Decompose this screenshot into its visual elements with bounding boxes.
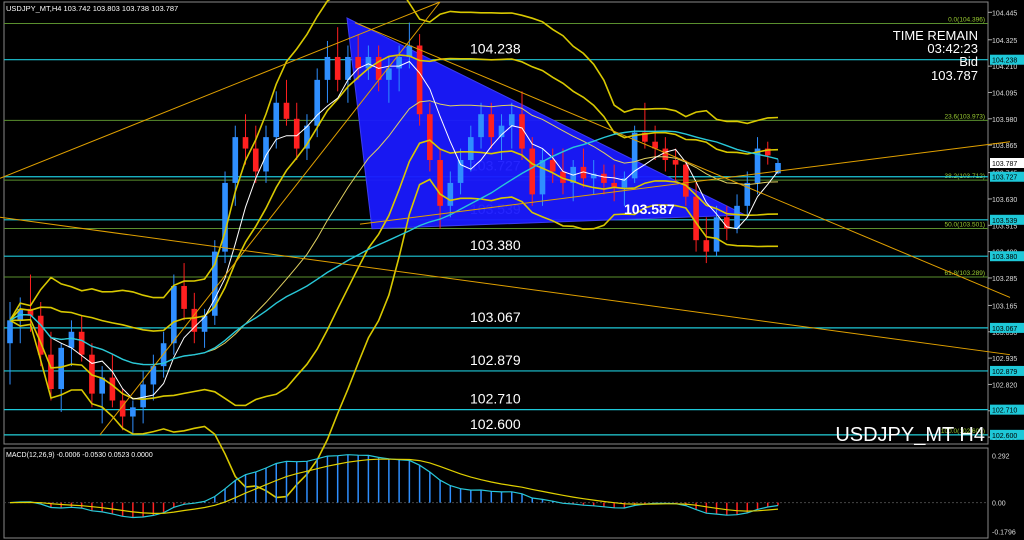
candle-body [529,148,536,195]
bid-price: 103.787 [931,68,978,83]
price-axis-label: 104.095 [992,90,1017,97]
level-price-tag-text: 102.600 [992,433,1017,440]
chart-window: 104.445 104.325 104.210 104.095 103.980 103.8… [0,0,1024,540]
candle-body [734,205,740,229]
fib-level-label: 23.6(103.973) [945,113,985,120]
bid-label: Bid [959,54,978,69]
fib-level-label: 0.0(104.396) [948,17,985,24]
level-label: 102.879 [470,352,521,368]
candle-body [58,347,65,390]
candle-body [181,285,187,309]
candle-body [396,56,402,69]
candle-body [222,182,228,252]
candle-body [78,331,85,355]
candle-body [171,285,177,344]
level-price-tag-text: 103.727 [992,175,1017,182]
candle-body [334,56,341,80]
candle-body [263,137,269,172]
candle-body [601,173,607,183]
candle-body [345,56,351,80]
candle-body [713,217,720,252]
price-axis-label: 104.445 [992,10,1017,17]
candle-body [283,102,290,119]
price-axis-label: 103.165 [992,303,1017,310]
candle-body [416,45,423,115]
candle-body [539,160,546,195]
candle-body [48,354,54,390]
candle-body [201,315,208,332]
price-axis-label: 102.935 [992,356,1017,363]
candle-body [672,160,679,165]
level-price-tag-text: 103.380 [992,254,1017,261]
candle-body [683,164,689,197]
candle-body [427,114,433,161]
last-price-tag-text: 103.787 [992,161,1017,168]
level-label: 103.067 [470,309,521,325]
price-axis-label: 102.820 [992,382,1017,389]
candle-body [693,196,699,241]
chart-background [0,0,1024,540]
price-axis-label: 104.325 [992,38,1017,45]
candle-body [549,160,556,172]
macd-axis-label: 0.00 [992,501,1006,508]
candle-body [252,148,259,172]
symbol-label: USDJPY_MT H4 [835,424,985,446]
level-label: 102.710 [470,391,521,407]
candle-body [232,137,239,183]
candle-body [478,114,484,138]
level-price-tag-text: 102.710 [992,408,1017,415]
candle-body [314,79,321,126]
candle-body [355,56,361,69]
candle-body [437,160,443,206]
level-label: 102.600 [470,416,521,432]
candle-body [447,182,454,206]
chart-header: USDJPY_MT,H4 103.742 103.803 103.738 103… [6,4,178,13]
candle-body [488,114,495,138]
fib-level-label: 61.8(103.289) [945,270,985,277]
price-axis-label: 103.285 [992,276,1017,283]
candle-body [324,56,331,80]
candle-body [68,331,75,348]
candle-body [7,320,13,344]
price-axis-label: 103.865 [992,143,1017,150]
macd-label: MACD(12,26,9) -0.0006 -0.0530 0.0523 0.0… [6,452,153,459]
candle-body [508,114,515,126]
candle-body [242,137,249,149]
level-price-tag-text: 103.539 [992,218,1017,225]
level-label: 104.238 [470,41,521,57]
current-price-label: 103.587 [624,201,675,217]
candle-body [109,377,116,401]
price-axis-label: 103.980 [992,117,1017,124]
candle-body [703,240,710,252]
price-axis-label: 104.210 [992,64,1017,71]
price-axis-label: 103.630 [992,197,1017,204]
macd-axis-label: -0.1796 [992,530,1016,537]
fib-level-label: 50.0(103.501) [945,221,985,228]
price-chart[interactable]: 104.445 104.325 104.210 104.095 103.980 103.8… [0,0,1024,540]
candle-body [467,137,474,161]
macd-axis-label: 0.292 [992,454,1010,461]
candle-body [130,407,136,417]
level-price-tag-text: 102.879 [992,369,1017,376]
candle-body [273,102,280,138]
level-price-tag-text: 104.238 [992,58,1017,65]
candle-body [140,384,146,408]
candle-body [662,148,669,161]
level-label: 103.380 [470,237,521,253]
level-price-tag-text: 103.067 [992,326,1017,333]
